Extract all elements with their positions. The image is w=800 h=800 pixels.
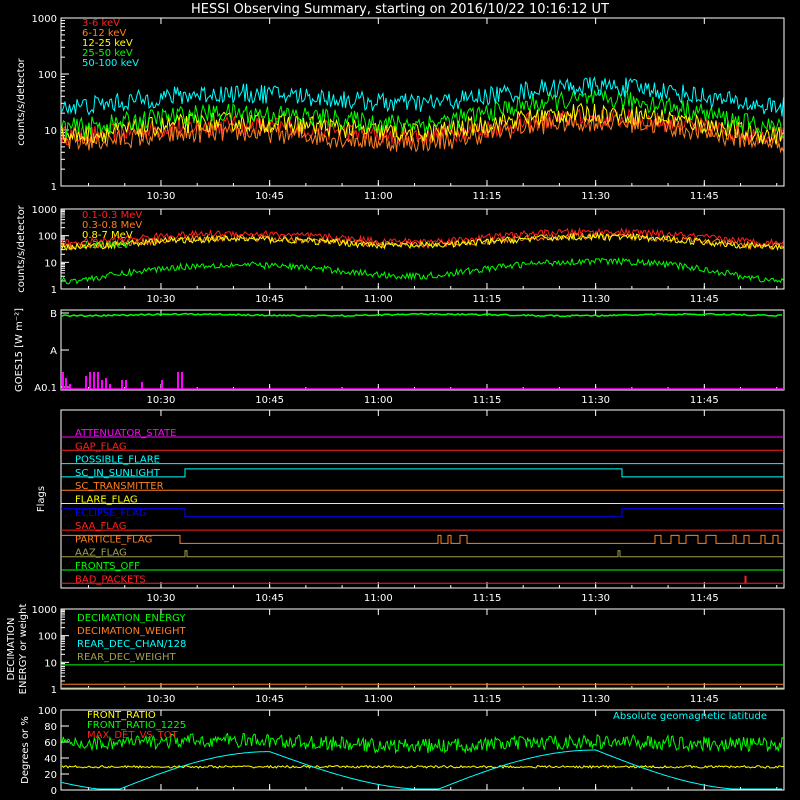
x-tick-label: 11:30 — [581, 694, 610, 705]
y-tick-label: 100 — [38, 706, 57, 717]
y-tick-label: 60 — [44, 738, 57, 749]
legend-entry: 50-100 keV — [82, 58, 139, 69]
x-tick-label: 11:30 — [581, 294, 610, 305]
x-tick-label: 11:00 — [364, 395, 393, 406]
legend-entry: REAR_DEC_WEIGHT — [77, 652, 176, 663]
x-tick-label: 11:45 — [690, 294, 719, 305]
x-tick-label: 11:45 — [690, 593, 719, 604]
x-tick-label: 10:30 — [147, 191, 176, 202]
y-tick-label: 1 — [51, 285, 57, 296]
flag-label: PARTICLE_FLAG — [75, 534, 152, 545]
y-tick-label: 100 — [38, 232, 57, 243]
y-tick-label: A0.1 — [34, 383, 57, 394]
y-tick-label: 1 — [51, 182, 57, 193]
x-tick-label: 11:15 — [473, 191, 502, 202]
x-tick-label: 11:45 — [690, 395, 719, 406]
x-tick-label: 10:45 — [255, 593, 284, 604]
y-tick-label: 80 — [44, 722, 57, 733]
x-tick-label: 11:15 — [473, 593, 502, 604]
y-tick-label: 100 — [38, 70, 57, 81]
panel4-ylabel: Flags — [36, 486, 47, 512]
panel5-ylabel-line1: DECIMATION — [6, 617, 17, 680]
x-tick-label: 10:45 — [255, 395, 284, 406]
x-tick-label: 11:00 — [364, 593, 393, 604]
y-tick-label: A — [50, 346, 57, 357]
legend-entry: REAR_DEC_CHAN/128 — [77, 639, 186, 650]
x-tick-label: 10:45 — [255, 191, 284, 202]
x-tick-label: 11:15 — [473, 694, 502, 705]
y-tick-label: 20 — [44, 770, 57, 781]
panel2-ylabel: counts/s/detector — [16, 204, 27, 292]
hessi-summary-chart: HESSI Observing Summary, starting on 201… — [0, 0, 800, 800]
panel6-ylabel: Degrees or % — [20, 716, 31, 784]
y-tick-label: B — [50, 309, 57, 320]
y-tick-label: 1000 — [32, 605, 57, 616]
y-tick-label: 1000 — [32, 205, 57, 216]
chart-title: HESSI Observing Summary, starting on 201… — [191, 2, 609, 17]
y-tick-label: 10 — [44, 258, 57, 269]
x-tick-label: 11:30 — [581, 191, 610, 202]
x-tick-label: 11:45 — [690, 694, 719, 705]
legend-entry: MAX_DET_VS_TOT — [87, 730, 179, 741]
y-tick-label: 40 — [44, 754, 57, 765]
x-tick-label: 11:45 — [690, 191, 719, 202]
panel3-ylabel: GOES15 [W m⁻²] — [14, 308, 25, 392]
x-tick-label: 11:00 — [364, 694, 393, 705]
x-tick-label: 11:30 — [581, 593, 610, 604]
x-tick-label: 10:45 — [255, 294, 284, 305]
x-tick-label: 11:15 — [473, 294, 502, 305]
x-tick-label: 11:00 — [364, 191, 393, 202]
x-tick-label: 11:00 — [364, 294, 393, 305]
panel6-annotation: Absolute geomagnetic latitude — [613, 711, 767, 722]
x-tick-label: 10:30 — [147, 694, 176, 705]
legend-entry: 7-20 MeV — [82, 240, 130, 251]
x-tick-label: 10:30 — [147, 395, 176, 406]
panel1-ylabel: counts/s/detector — [16, 57, 27, 145]
y-tick-label: 100 — [38, 632, 57, 643]
x-tick-label: 10:45 — [255, 694, 284, 705]
y-tick-label: 1 — [51, 685, 57, 696]
y-tick-label: 1000 — [32, 14, 57, 25]
x-tick-label: 11:30 — [581, 395, 610, 406]
x-tick-label: 10:30 — [147, 593, 176, 604]
y-tick-label: 10 — [44, 658, 57, 669]
x-tick-label: 10:30 — [147, 294, 176, 305]
y-tick-label: 10 — [44, 126, 57, 137]
y-tick-label: 0 — [51, 786, 57, 797]
flag-label: ECLIPSE_FLAG — [75, 508, 146, 519]
legend-entry: DECIMATION_ENERGY — [77, 613, 186, 624]
legend-entry: DECIMATION_WEIGHT — [77, 626, 186, 637]
x-tick-label: 11:15 — [473, 395, 502, 406]
panel5-ylabel-line2: ENERGY or weight — [18, 604, 29, 695]
